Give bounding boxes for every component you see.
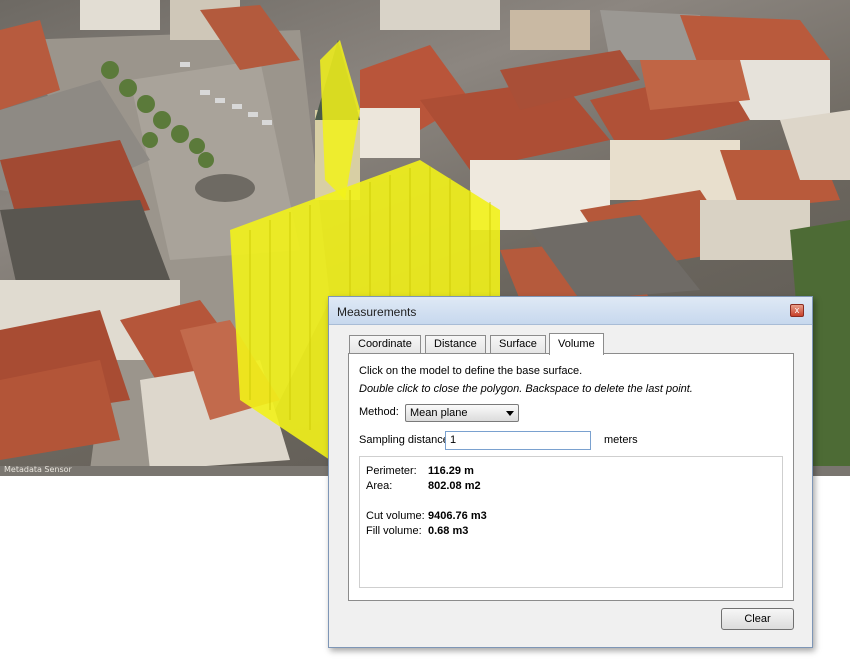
sampling-unit-label: meters xyxy=(604,434,638,446)
measurements-dialog: Measurements x Coordinate Distance Surfa… xyxy=(328,296,813,648)
tab-surface[interactable]: Surface xyxy=(490,335,546,354)
tab-volume[interactable]: Volume xyxy=(549,333,604,355)
method-dropdown[interactable]: Mean plane xyxy=(405,404,519,422)
clear-button[interactable]: Clear xyxy=(721,608,794,630)
dialog-titlebar[interactable]: Measurements x xyxy=(329,297,812,325)
perimeter-label: Perimeter: xyxy=(366,465,417,477)
tab-coordinate[interactable]: Coordinate xyxy=(349,335,421,354)
viewport-status-text: Metadata Sensor xyxy=(4,465,72,474)
results-box: Perimeter: 116.29 m Area: 802.08 m2 Cut … xyxy=(359,456,783,588)
chevron-down-icon xyxy=(506,411,514,416)
sampling-distance-label: Sampling distance: xyxy=(359,434,452,446)
sampling-distance-input[interactable]: 1 xyxy=(445,431,591,450)
close-icon: x xyxy=(794,305,800,315)
method-label: Method: xyxy=(359,406,399,418)
close-button[interactable]: x xyxy=(790,304,804,317)
volume-panel: Click on the model to define the base su… xyxy=(348,353,794,601)
area-label: Area: xyxy=(366,480,393,492)
dialog-title: Measurements xyxy=(337,305,417,319)
hint-text: Double click to close the polygon. Backs… xyxy=(359,383,693,395)
cut-volume-value: 9406.76 m3 xyxy=(428,510,487,522)
tab-distance[interactable]: Distance xyxy=(425,335,486,354)
method-value: Mean plane xyxy=(410,407,468,419)
area-value: 802.08 m2 xyxy=(428,480,481,492)
fill-volume-value: 0.68 m3 xyxy=(428,525,469,537)
fill-volume-label: Fill volume: xyxy=(366,525,422,537)
instruction-text: Click on the model to define the base su… xyxy=(359,365,583,377)
cut-volume-label: Cut volume: xyxy=(366,510,425,522)
perimeter-value: 116.29 m xyxy=(428,465,474,477)
